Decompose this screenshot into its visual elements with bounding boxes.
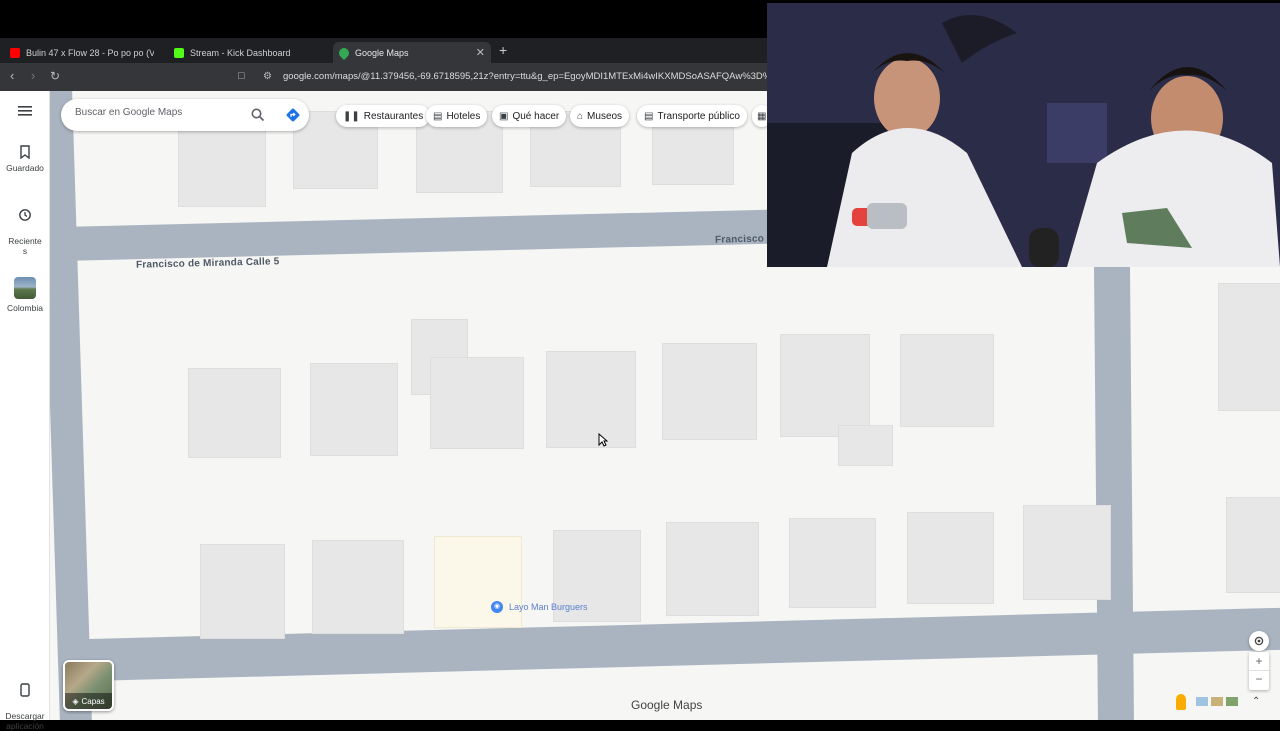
site-info-icon[interactable]: ⚙ — [263, 71, 272, 82]
sidebar-item-label: Descargar aplicación — [5, 711, 45, 731]
tab-google-maps[interactable]: Google Maps ✕ — [333, 42, 491, 64]
chip-label: Museos — [587, 110, 623, 122]
building — [780, 334, 870, 437]
fork-knife-icon: ❚❚ — [343, 110, 360, 122]
chip-hotels[interactable]: ▤ Hoteles — [426, 105, 488, 127]
directions-icon[interactable] — [285, 107, 301, 123]
search-icon[interactable] — [251, 108, 265, 122]
chip-transit[interactable]: ▤ Transporte público — [637, 105, 747, 127]
building — [312, 540, 404, 634]
poi-label[interactable]: Layo Man Burguers — [509, 602, 588, 612]
layers-caption: ◈ Capas — [65, 693, 112, 709]
history-icon — [19, 209, 31, 221]
my-location-button[interactable] — [1249, 631, 1269, 651]
cursor-icon — [598, 433, 608, 447]
zoom-out-button[interactable]: − — [1249, 671, 1269, 690]
tab-kick[interactable]: Stream - Kick Dashboard — [168, 42, 328, 64]
forward-icon[interactable]: › — [31, 68, 35, 83]
building — [907, 512, 994, 604]
sidebar-item-label: Colombia — [7, 303, 43, 313]
building — [430, 357, 524, 449]
search-input[interactable] — [75, 107, 235, 118]
chip-label: Hoteles — [446, 110, 481, 122]
tab-title: Bulin 47 x Flow 28 - Po po po (Video — [26, 48, 154, 58]
youtube-icon — [10, 48, 20, 58]
chip-label: Transporte público — [657, 110, 740, 122]
building — [200, 544, 285, 639]
reload-icon[interactable]: ↻ — [50, 69, 60, 83]
sidebar-item-colombia[interactable]: Colombia — [0, 277, 50, 313]
kick-icon — [174, 48, 184, 58]
webcam-scene — [767, 3, 1280, 267]
building — [310, 363, 398, 456]
bookmark-star-icon[interactable]: □ — [238, 70, 245, 82]
expand-icon[interactable]: ⌃ — [1252, 696, 1260, 707]
left-rail: Guardado Reciente s Colombia Descargar a… — [0, 91, 50, 731]
sidebar-item-label: Guardado — [6, 163, 44, 173]
street-label: Francisco de Miranda Calle 5 — [135, 256, 280, 271]
imagery-thumb-icon[interactable] — [1211, 697, 1223, 706]
tab-youtube[interactable]: Bulin 47 x Flow 28 - Po po po (Video — [4, 42, 164, 64]
camera-icon: ▣ — [499, 110, 509, 122]
google-maps-logo: Google Maps — [631, 698, 703, 712]
tab-bar: Bulin 47 x Flow 28 - Po po po (Video Str… — [0, 38, 767, 64]
bed-icon: ▤ — [433, 110, 443, 122]
chip-label: Restaurantes — [363, 110, 424, 122]
back-icon[interactable]: ‹ — [10, 68, 14, 83]
zoom-in-button[interactable]: + — [1249, 652, 1269, 671]
building — [1226, 497, 1280, 593]
burger-icon[interactable]: ◉ — [491, 601, 503, 613]
layers-label: Capas — [81, 696, 105, 706]
url-text[interactable]: google.com/maps/@11.379456,-69.6718595,2… — [283, 71, 783, 82]
museum-icon: ⌂ — [577, 110, 584, 122]
maps-pin-icon — [336, 45, 352, 61]
sidebar-item-label: Reciente s — [8, 236, 42, 256]
train-icon: ▤ — [644, 110, 654, 122]
building — [666, 522, 759, 616]
sidebar-item-saved[interactable]: Guardado — [0, 145, 50, 173]
new-tab-button[interactable]: + — [499, 42, 507, 58]
imagery-thumb-icon[interactable] — [1196, 697, 1208, 706]
menu-icon — [18, 106, 32, 116]
tab-title: Google Maps — [355, 48, 409, 58]
phone-icon — [20, 683, 30, 697]
building — [662, 343, 757, 440]
street-label: Francisco d — [714, 233, 774, 246]
tab-title: Stream - Kick Dashboard — [190, 48, 291, 58]
pegman-icon[interactable] — [1176, 694, 1186, 710]
bookmark-icon — [20, 145, 30, 159]
sidebar-item-recent[interactable]: Reciente s — [0, 198, 50, 256]
my-location-icon — [1254, 636, 1264, 646]
close-icon[interactable]: ✕ — [476, 46, 485, 59]
menu-button[interactable] — [0, 105, 50, 121]
webcam-overlay — [767, 3, 1280, 267]
building — [188, 368, 281, 458]
building — [838, 425, 893, 466]
building — [546, 351, 636, 448]
chip-museums[interactable]: ⌂ Museos — [570, 105, 630, 127]
building — [1218, 283, 1280, 411]
place-thumbnail — [14, 277, 36, 299]
search-box — [61, 99, 309, 131]
chip-label: Qué hacer — [512, 110, 560, 122]
imagery-thumb-icon[interactable] — [1226, 697, 1238, 706]
layers-button[interactable]: ◈ Capas — [63, 660, 114, 711]
building — [789, 518, 876, 608]
building — [900, 334, 994, 427]
chip-restaurants[interactable]: ❚❚ Restaurantes — [336, 105, 431, 127]
poi-building[interactable] — [434, 536, 522, 628]
sidebar-item-download-app[interactable]: Descargar aplicación — [0, 673, 50, 731]
layers-icon: ◈ — [72, 696, 79, 706]
chip-things-to-do[interactable]: ▣ Qué hacer — [492, 105, 567, 127]
grid-icon: ▦ — [757, 110, 767, 122]
building — [1023, 505, 1111, 600]
zoom-controls: + − — [1249, 652, 1269, 690]
address-bar: ‹ › ↻ □ ⚙ google.com/maps/@11.379456,-69… — [0, 63, 783, 91]
